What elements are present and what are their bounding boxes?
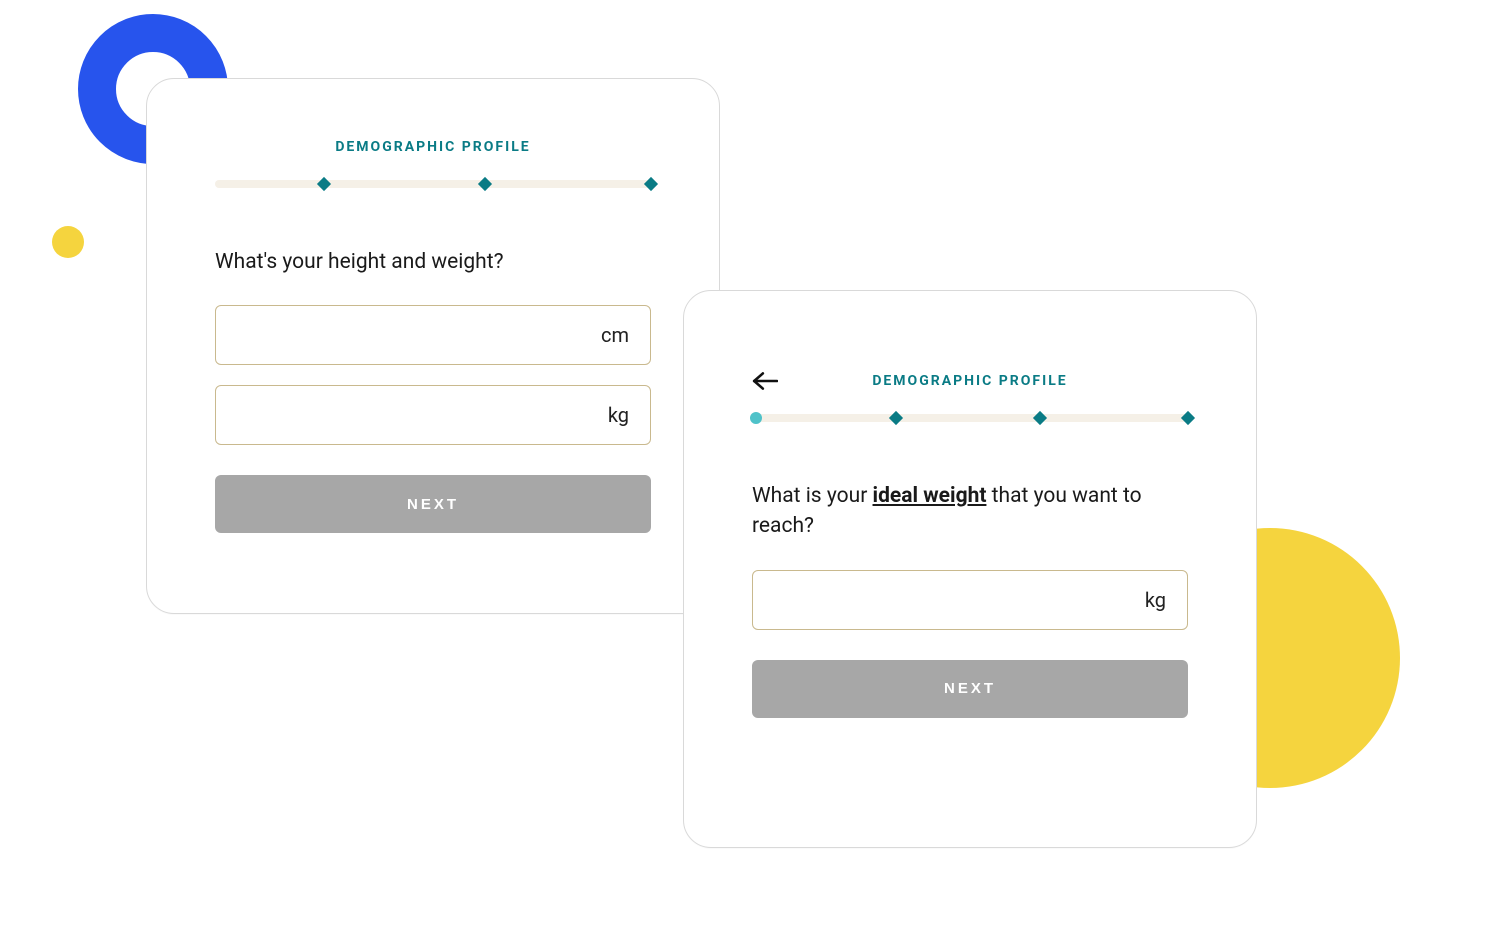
ideal-weight-input[interactable] [752,570,1188,630]
height-field: cm [215,305,651,365]
next-button[interactable]: NEXT [215,475,651,533]
step-title: DEMOGRAPHIC PROFILE [215,139,651,155]
progress-track [752,414,1188,422]
ideal-weight-field: kg [752,570,1188,630]
card-ideal-weight: DEMOGRAPHIC PROFILE What is your ideal w… [683,290,1257,848]
progress-track [215,180,651,188]
next-button[interactable]: NEXT [752,660,1188,718]
step-title: DEMOGRAPHIC PROFILE [752,373,1188,389]
question-text: What is your ideal weight that you want … [752,481,1188,542]
question-emphasis: ideal weight [873,484,987,508]
question-text: What's your height and weight? [215,247,651,277]
back-button[interactable] [752,371,778,391]
arrow-left-icon [752,371,778,391]
progress-bar [752,411,1188,425]
weight-input[interactable] [215,385,651,445]
height-input[interactable] [215,305,651,365]
question-prefix: What is your [752,484,873,508]
decor-yellow-dot [52,226,84,258]
card-height-weight: DEMOGRAPHIC PROFILE What's your height a… [146,78,720,614]
progress-current-icon [750,412,762,424]
weight-field: kg [215,385,651,445]
progress-bar [215,177,651,191]
